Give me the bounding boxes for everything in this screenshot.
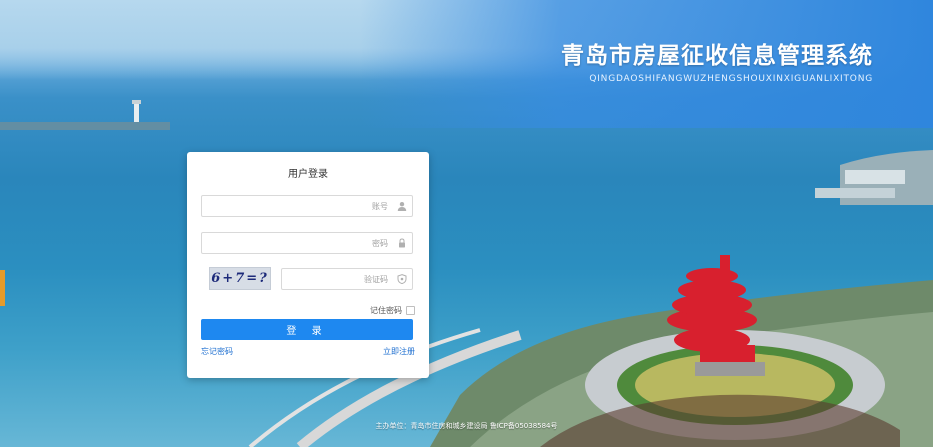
account-input[interactable] [208,196,388,216]
captcha-field[interactable] [281,268,413,290]
captcha-input[interactable] [288,269,388,289]
login-button[interactable]: 登 录 [201,319,413,340]
footer-text: 主办单位：青岛市住房和城乡建设局 鲁ICP备05038584号 [375,422,558,430]
remember-password[interactable]: 记住密码 [370,305,415,316]
login-title: 用户登录 [288,169,328,180]
user-icon [397,202,407,211]
captcha-image[interactable]: 6+7=? [209,267,271,290]
account-field[interactable] [201,195,413,217]
register-link[interactable]: 立即注册 [383,346,415,357]
brand: 青岛市房屋征收信息管理系统 QINGDAOSHIFANGWUZHENGSHOUX… [561,36,873,84]
password-input[interactable] [208,233,388,253]
system-title: 青岛市房屋征收信息管理系统 [561,43,873,69]
remember-checkbox[interactable] [406,306,415,315]
remember-label: 记住密码 [370,306,402,315]
login-card: 用户登录 6+7=? 记住密码 登 录 忘记密码 立即注册 [187,152,429,378]
side-tab[interactable] [0,270,5,306]
lock-icon [399,238,405,248]
shield-icon [397,274,407,284]
system-subtitle: QINGDAOSHIFANGWUZHENGSHOUXINXIGUANLIXITO… [589,74,873,84]
forgot-password-link[interactable]: 忘记密码 [201,346,233,357]
password-field[interactable] [201,232,413,254]
